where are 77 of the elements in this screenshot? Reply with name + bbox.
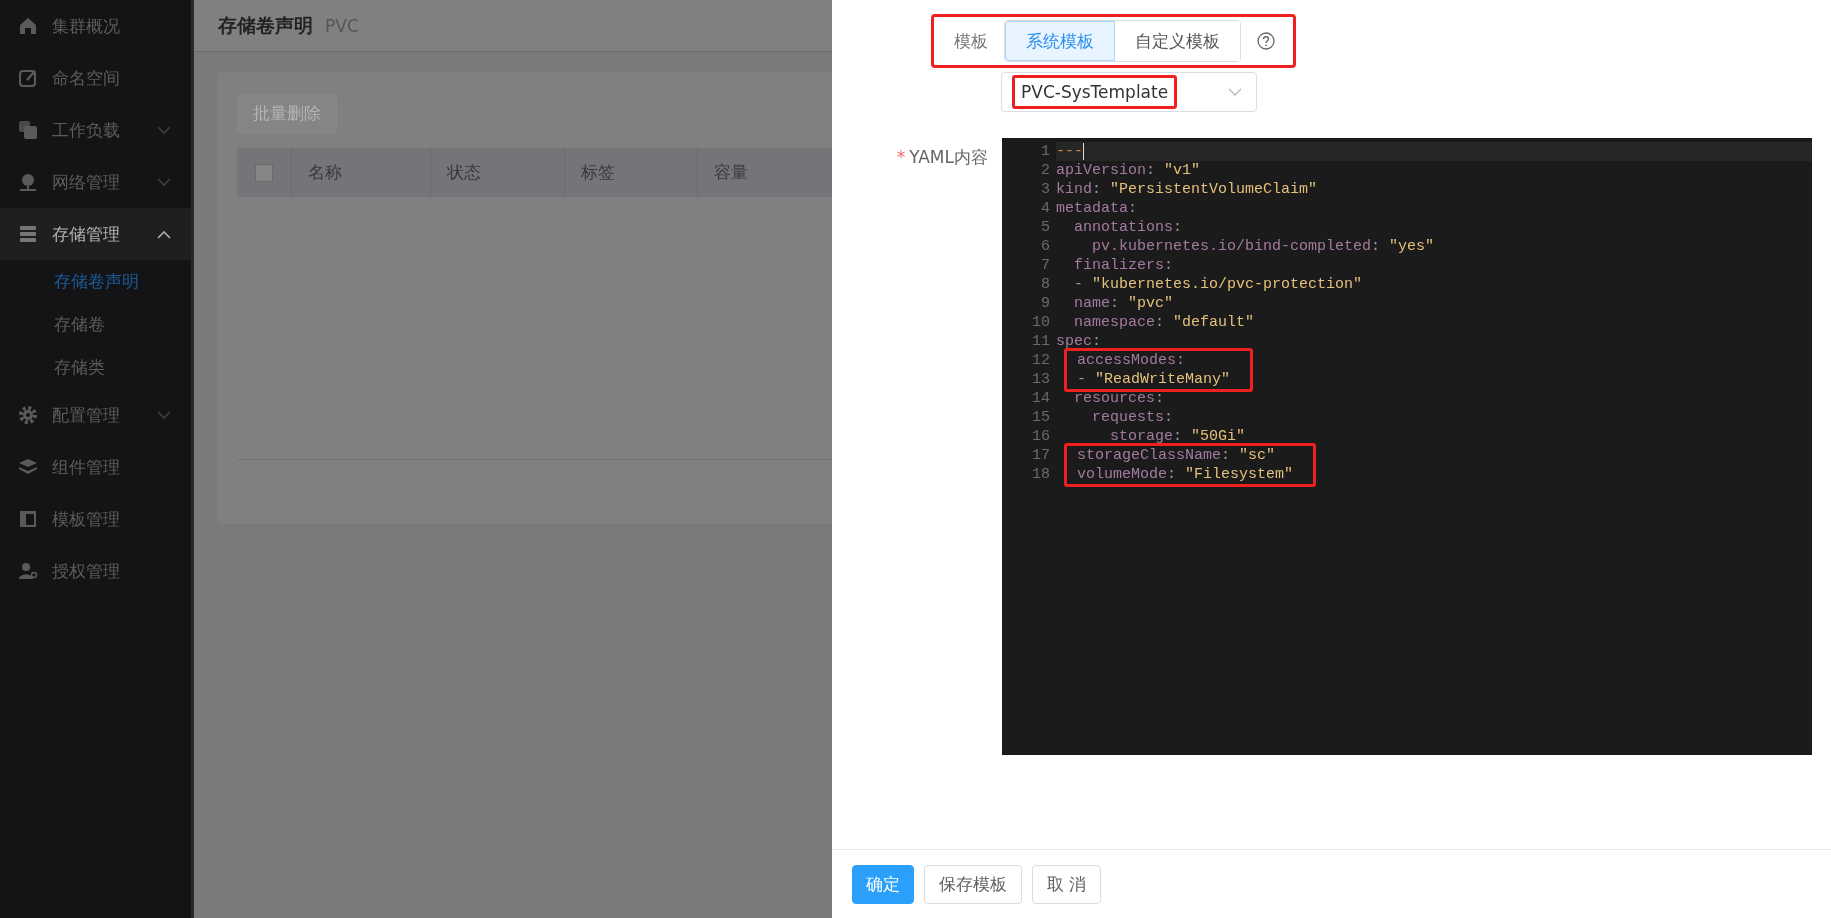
sidebar-item[interactable]: 网络管理 xyxy=(0,156,191,208)
submenu-item[interactable]: 存储卷声明 xyxy=(0,260,191,303)
line-number: 14 xyxy=(1031,389,1050,408)
code-line: - "kubernetes.io/pvc-protection" xyxy=(1073,275,1364,294)
menu-icon xyxy=(18,16,38,36)
line-number: 15 xyxy=(1031,408,1050,427)
code-line: requests: xyxy=(1091,408,1175,427)
code-line: metadata: xyxy=(1056,199,1139,218)
confirm-button[interactable]: 确定 xyxy=(852,864,914,904)
sidebar-item[interactable]: 模板管理 xyxy=(0,493,191,545)
code-line: namespace: "default" xyxy=(1073,313,1256,332)
chevron-icon xyxy=(157,125,171,135)
code-line: pv.kubernetes.io/bind-completed: "yes" xyxy=(1091,237,1436,256)
submenu-item[interactable]: 存储卷 xyxy=(0,303,191,346)
column-header: 名称 xyxy=(290,148,431,197)
line-number: 13 xyxy=(1031,370,1050,389)
sidebar-item[interactable]: 授权管理 xyxy=(0,545,191,597)
line-number: 18 xyxy=(1031,465,1050,484)
line-number: 9 xyxy=(1040,294,1050,313)
code-line: resources: xyxy=(1073,389,1166,408)
line-number: 17 xyxy=(1031,446,1050,465)
sidebar-item[interactable]: 配置管理 xyxy=(0,389,191,441)
sidebar-item[interactable]: 存储管理 xyxy=(0,208,191,260)
submenu-item[interactable]: 存储类 xyxy=(0,346,191,389)
code-line: kind: "PersistentVolumeClaim" xyxy=(1056,180,1319,199)
sidebar-item[interactable]: 工作负载 xyxy=(0,104,191,156)
line-number: 1 xyxy=(1040,142,1050,161)
line-number: 16 xyxy=(1031,427,1050,446)
select-value: PVC-SysTemplate xyxy=(1012,75,1178,109)
chevron-icon xyxy=(157,177,171,187)
menu-icon xyxy=(18,120,38,140)
chevron-icon xyxy=(157,229,171,239)
action-button[interactable]: 保存模板 xyxy=(924,864,1022,904)
line-number: 3 xyxy=(1040,180,1050,199)
code-line: volumeMode: "Filesystem" xyxy=(1076,465,1294,484)
line-number: 4 xyxy=(1040,199,1050,218)
menu-icon xyxy=(18,561,38,581)
code-line: accessModes: xyxy=(1076,351,1187,370)
help-icon[interactable] xyxy=(1257,32,1275,50)
template-label: 模板 xyxy=(954,29,988,53)
code-editor[interactable] xyxy=(1002,138,1812,755)
code-line: - "ReadWriteMany" xyxy=(1076,370,1231,389)
line-number: 11 xyxy=(1031,332,1050,351)
menu-icon xyxy=(18,224,38,244)
code-line: finalizers: xyxy=(1073,256,1175,275)
line-number: 5 xyxy=(1040,218,1050,237)
line-number: 7 xyxy=(1040,256,1050,275)
chevron-icon xyxy=(157,410,171,420)
menu-icon xyxy=(18,457,38,477)
template-select[interactable]: PVC-SysTemplate xyxy=(1001,72,1257,112)
action-button[interactable]: 取 消 xyxy=(1032,864,1102,904)
menu-icon xyxy=(18,172,38,192)
line-number: 12 xyxy=(1031,351,1050,370)
line-number: 6 xyxy=(1040,237,1050,256)
code-line: spec: xyxy=(1056,332,1103,351)
yaml-label-text: YAML内容 xyxy=(909,147,988,167)
required-mark: * xyxy=(896,147,906,167)
code-line: storageClassName: "sc" xyxy=(1076,446,1277,465)
sidebar-item[interactable]: 命名空间 xyxy=(0,52,191,104)
menu-icon xyxy=(18,405,38,425)
line-number: 2 xyxy=(1040,161,1050,180)
menu-icon xyxy=(18,68,38,88)
code-line: apiVersion: "v1" xyxy=(1056,161,1202,180)
code-line: annotations: xyxy=(1073,218,1184,237)
line-number: 10 xyxy=(1031,313,1050,332)
code-line: storage: "50Gi" xyxy=(1109,427,1247,446)
line-number: 8 xyxy=(1040,275,1050,294)
code-line: name: "pvc" xyxy=(1073,294,1175,313)
select-all-checkbox[interactable] xyxy=(254,163,273,182)
page-title: 存储卷声明 xyxy=(218,12,313,38)
template-option[interactable]: 系统模板 xyxy=(1005,21,1115,61)
column-header: 状态 xyxy=(430,148,564,197)
sidebar-item[interactable]: 组件管理 xyxy=(0,441,191,493)
sidebar-item[interactable]: 集群概况 xyxy=(0,0,191,52)
chevron-icon xyxy=(1228,87,1242,97)
column-header: 标签 xyxy=(563,148,697,197)
menu-icon xyxy=(18,509,38,529)
